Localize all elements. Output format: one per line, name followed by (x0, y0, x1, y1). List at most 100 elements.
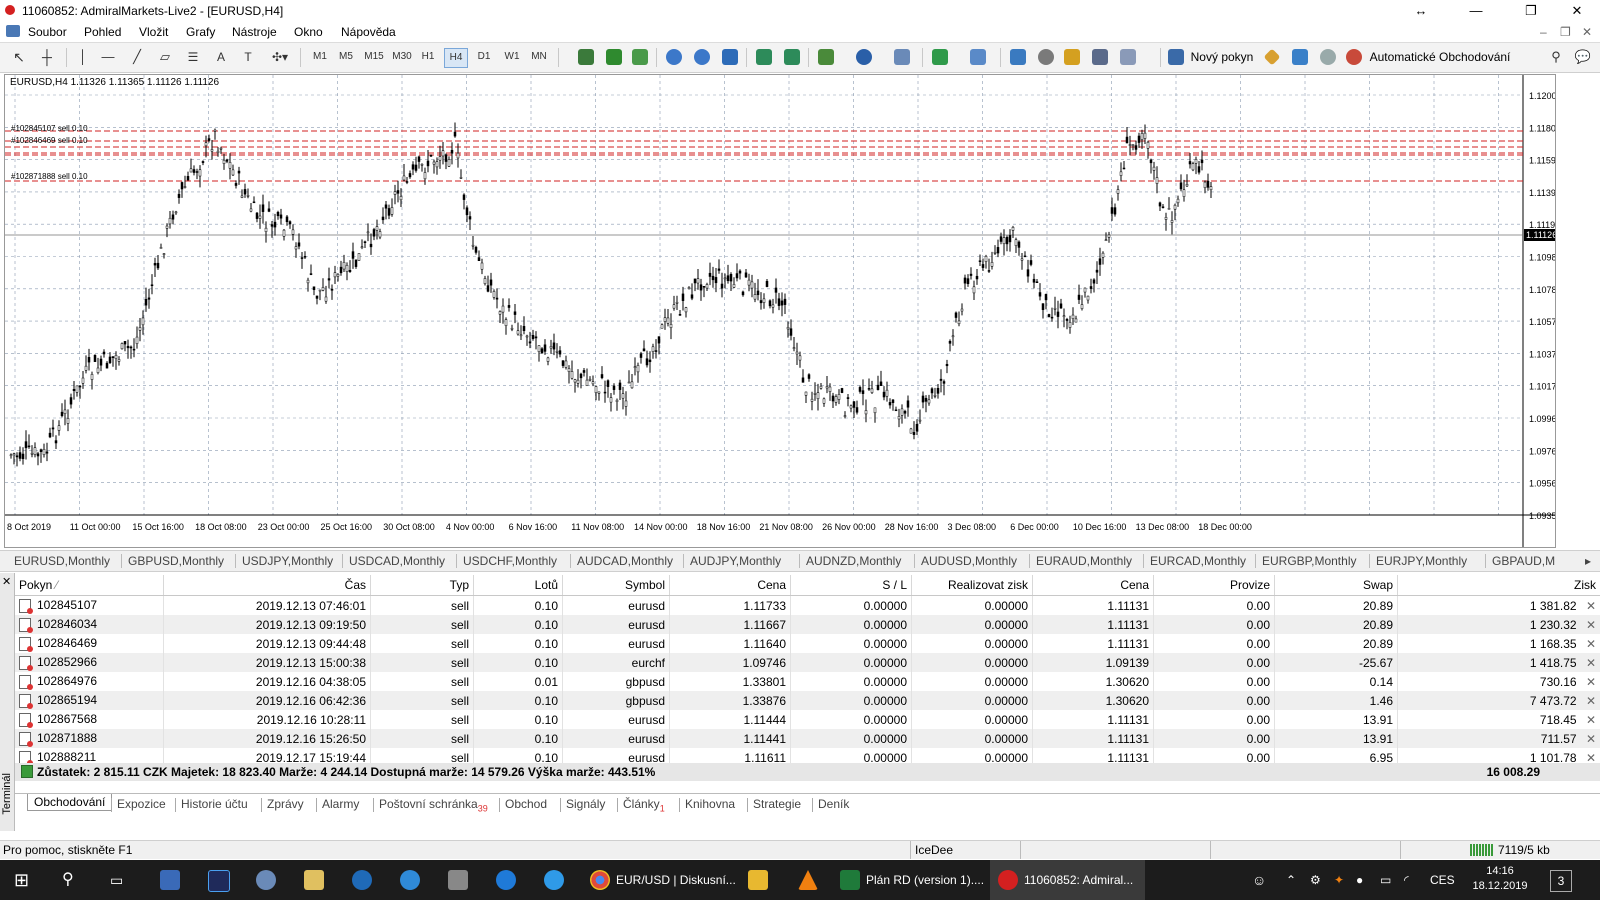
chart-tab[interactable]: AUDJPY,Monthly (690, 554, 781, 568)
close-button[interactable]: ✕ (1554, 0, 1600, 22)
start-icon[interactable]: ⊞ (14, 860, 34, 900)
child-minimize-button[interactable]: – (1540, 25, 1547, 39)
tray-icon-3[interactable]: ● (1356, 860, 1363, 900)
arrows-icon[interactable]: ✣▾ (270, 48, 290, 66)
battery-icon[interactable]: ▭ (1380, 860, 1391, 900)
crosshair-icon[interactable]: ┼ (40, 48, 54, 66)
chat-icon[interactable]: 💬 (1574, 48, 1592, 66)
close-order-icon[interactable]: ✕ (1583, 637, 1596, 651)
chrome-icon[interactable] (590, 870, 610, 890)
chart-tab[interactable]: GBPAUD,M (1492, 554, 1555, 568)
close-order-icon[interactable]: ✕ (1583, 656, 1596, 670)
templates-icon[interactable] (894, 49, 910, 65)
close-order-icon[interactable]: ✕ (1583, 599, 1596, 613)
profiles-icon[interactable] (970, 49, 986, 65)
zoom-in-icon[interactable] (666, 49, 682, 65)
cursor-icon[interactable]: ↖ (12, 48, 26, 66)
tf-h4-button[interactable]: H4 (444, 48, 468, 68)
order-row[interactable]: 102846469 2019.12.13 09:44:48 sell 0.10 euru… (15, 634, 1600, 653)
vlc-icon[interactable] (798, 870, 818, 890)
people-icon[interactable]: ☺ (1252, 860, 1266, 900)
line-chart-icon[interactable] (632, 49, 648, 65)
tf-d1-button[interactable]: D1 (474, 48, 494, 66)
col-typ[interactable]: Typ (370, 575, 474, 596)
edge-icon[interactable] (496, 870, 516, 890)
terminal-tab[interactable]: Články1 (623, 797, 665, 813)
close-order-icon[interactable]: ✕ (1583, 618, 1596, 632)
chart-tab[interactable]: USDJPY,Monthly (242, 554, 333, 568)
terminal-tab[interactable]: Obchod (505, 797, 547, 811)
app-icon-3[interactable] (256, 870, 276, 890)
chart-tab[interactable]: AUDUSD,Monthly (921, 554, 1017, 568)
tray-icon-1[interactable]: ⚙ (1310, 860, 1321, 900)
price-chart[interactable]: 1.12005 1.11800 1.11595 1.11390 1.11190 1.109… (4, 74, 1556, 548)
order-row[interactable]: 102852966 2019.12.13 15:00:38 sell 0.10 eurc… (15, 653, 1600, 672)
new-chart-icon[interactable] (932, 49, 948, 65)
order-row[interactable]: 102845107 2019.12.13 07:46:01 sell 0.10 euru… (15, 595, 1600, 615)
terminal-tab[interactable]: Knihovna (685, 797, 735, 811)
chart-tab[interactable]: EURGBP,Monthly (1262, 554, 1356, 568)
chart-tab[interactable]: USDCHF,Monthly (463, 554, 557, 568)
vps-icon[interactable] (1320, 49, 1336, 65)
tf-m30-button[interactable]: M30 (390, 48, 414, 66)
menu-pohled[interactable]: Pohled (84, 25, 121, 39)
col-lotu[interactable]: Lotů (473, 575, 563, 596)
order-row[interactable]: 102846034 2019.12.13 09:19:50 sell 0.10 euru… (15, 615, 1600, 634)
store-icon[interactable] (160, 870, 180, 890)
zoom-out-icon[interactable] (694, 49, 710, 65)
order-row[interactable]: 102865194 2019.12.16 06:42:36 sell 0.10 gbpu… (15, 691, 1600, 710)
tester-icon[interactable] (1120, 49, 1136, 65)
wifi-icon[interactable]: ◜ (1404, 860, 1409, 900)
close-order-icon[interactable]: ✕ (1583, 713, 1596, 727)
menu-napoveda[interactable]: Nápověda (341, 25, 396, 39)
col-symbol[interactable]: Symbol (562, 575, 670, 596)
app-icon-5[interactable] (352, 870, 372, 890)
indicators-icon[interactable] (818, 49, 834, 65)
taskbar-app-mt4[interactable]: 11060852: Admiral... (1024, 860, 1133, 900)
chart-tab[interactable]: USDCAD,Monthly (349, 554, 445, 568)
tray-chevron-icon[interactable]: ⌃ (1286, 860, 1296, 900)
col-cas[interactable]: Čas (163, 575, 371, 596)
terminal-tab[interactable]: Zprávy (267, 797, 304, 811)
menu-grafy[interactable]: Grafy (186, 25, 215, 39)
clock[interactable]: 14:16 18.12.2019 (1470, 864, 1530, 896)
tabs-scroll-right-icon[interactable]: ▸ (1585, 554, 1591, 568)
terminal-tab[interactable]: Expozice (117, 797, 166, 811)
taskbar-app-excel[interactable]: Plán RD (version 1).... (866, 860, 984, 900)
close-order-icon[interactable]: ✕ (1583, 694, 1596, 708)
terminal-tab[interactable]: Alarmy (322, 797, 359, 811)
col-tp[interactable]: Realizovat zisk (911, 575, 1033, 596)
minimize-button[interactable]: — (1453, 0, 1499, 22)
search-icon[interactable]: ⚲ (1548, 48, 1564, 66)
fibonacci-icon[interactable]: ☰ (186, 48, 200, 66)
chart-tab[interactable]: EURJPY,Monthly (1376, 554, 1467, 568)
terminal-tab[interactable]: Signály (566, 797, 605, 811)
order-row[interactable]: 102867568 2019.12.16 10:28:11 sell 0.10 euru… (15, 710, 1600, 729)
new-order-icon[interactable] (1168, 49, 1184, 65)
chart-tab[interactable]: GBPUSD,Monthly (128, 554, 224, 568)
candle-chart-icon[interactable] (606, 49, 622, 65)
child-close-button[interactable]: ✕ (1582, 25, 1592, 39)
col-zisk[interactable]: Zisk (1397, 575, 1600, 596)
excel-icon[interactable] (840, 870, 860, 890)
col-cena[interactable]: Cena (669, 575, 791, 596)
child-restore-button[interactable]: ❐ (1560, 25, 1571, 39)
tf-m1-button[interactable]: M1 (310, 48, 330, 66)
label-icon[interactable]: T (241, 48, 255, 66)
menu-nastroje[interactable]: Nástroje (232, 25, 277, 39)
market-watch-icon[interactable] (1010, 49, 1026, 65)
app-icon-7[interactable] (448, 870, 468, 890)
files-icon[interactable] (304, 870, 324, 890)
tray-icon-2[interactable]: ✦ (1334, 860, 1344, 900)
notifications-icon[interactable]: 3 (1550, 870, 1572, 892)
tf-w1-button[interactable]: W1 (502, 48, 522, 66)
chart-tab[interactable]: AUDNZD,Monthly (806, 554, 901, 568)
metaeditor-icon[interactable] (1263, 48, 1281, 66)
col-swap[interactable]: Swap (1274, 575, 1398, 596)
terminal-tab[interactable]: Historie účtu (181, 797, 248, 811)
tf-h1-button[interactable]: H1 (418, 48, 438, 66)
taskbar-app-chrome[interactable]: EUR/USD | Diskusní... (616, 860, 736, 900)
chart-tab[interactable]: EURUSD,Monthly (14, 554, 110, 568)
menu-okno[interactable]: Okno (294, 25, 323, 39)
resize-icon[interactable]: ↔ (1398, 0, 1444, 22)
